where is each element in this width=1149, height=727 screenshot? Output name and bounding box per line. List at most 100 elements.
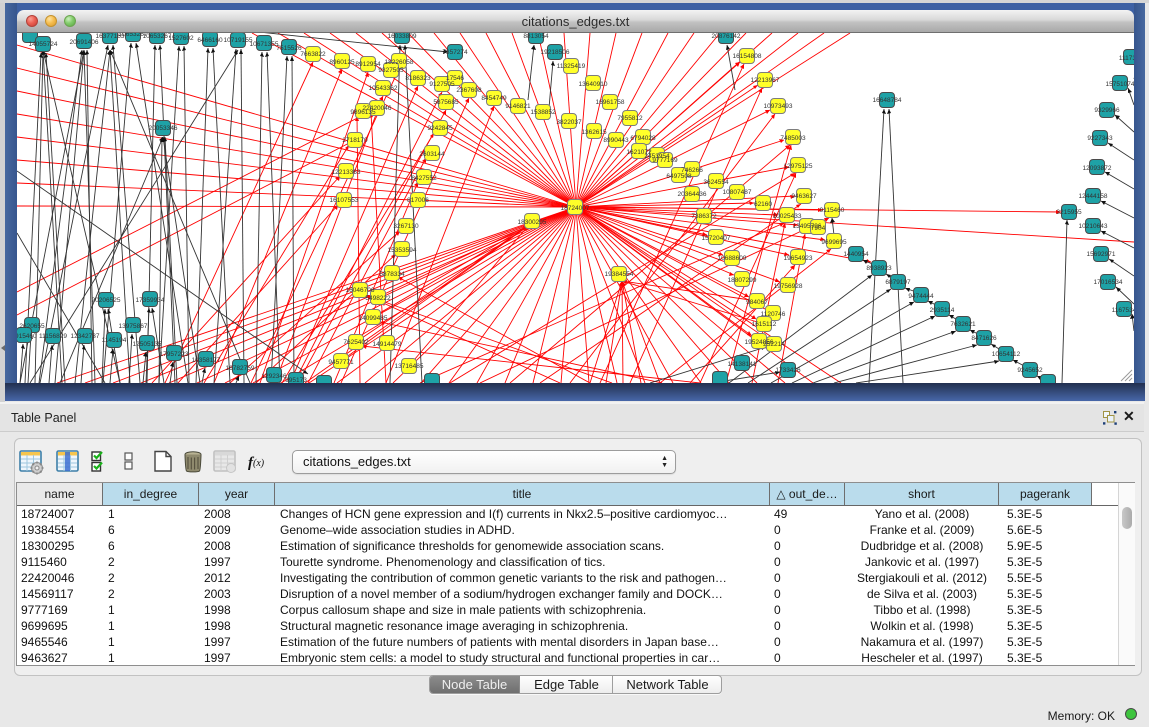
svg-text:17016534: 17016534 (1094, 279, 1123, 286)
svg-text:3822037: 3822037 (556, 119, 582, 126)
svg-text:9699695: 9699695 (821, 239, 847, 246)
svg-text:19384554: 19384554 (605, 271, 634, 278)
svg-text:15353594: 15353594 (388, 247, 417, 254)
svg-text:9474444: 9474444 (908, 293, 934, 300)
svg-text:995173: 995173 (285, 377, 307, 383)
svg-text:9327505: 9327505 (378, 67, 404, 74)
svg-text:10025433: 10025433 (773, 213, 802, 220)
svg-text:18226058: 18226058 (385, 59, 414, 66)
svg-text:20364436: 20364436 (678, 191, 707, 198)
svg-text:19218506: 19218506 (541, 49, 570, 56)
svg-text:7955812: 7955812 (617, 115, 643, 122)
svg-text:8813054: 8813054 (523, 33, 549, 40)
svg-text:5878334: 5878334 (379, 271, 405, 278)
svg-text:1440954: 1440954 (843, 251, 869, 258)
svg-text:11325419: 11325419 (557, 63, 586, 70)
svg-text:16782759: 16782759 (226, 365, 255, 372)
svg-text:8960125: 8960125 (329, 59, 355, 66)
svg-text:817006: 817006 (407, 197, 429, 204)
svg-text:7485003: 7485003 (780, 135, 806, 142)
svg-text:12213967: 12213967 (751, 77, 780, 84)
svg-text:6794028: 6794028 (630, 135, 656, 142)
svg-text:7632621: 7632621 (950, 321, 976, 328)
svg-text:10973493: 10973493 (764, 103, 793, 110)
svg-text:18724007: 18724007 (561, 205, 590, 212)
svg-text:10543362: 10543362 (369, 85, 398, 92)
svg-text:16033809: 16033809 (388, 33, 417, 40)
svg-text:9777169: 9777169 (652, 157, 678, 164)
svg-text:15751074: 15751074 (1106, 81, 1134, 88)
svg-text:1733426: 1733426 (775, 367, 801, 374)
svg-text:8186323: 8186323 (405, 75, 431, 82)
svg-text:2603144: 2603144 (419, 151, 445, 158)
svg-text:15720407: 15720407 (702, 235, 731, 242)
svg-text:20206525: 20206525 (92, 297, 121, 304)
svg-text:8454749: 8454749 (481, 95, 507, 102)
svg-text:1538852: 1538852 (530, 109, 556, 116)
svg-text:8427552: 8427552 (411, 175, 437, 182)
svg-text:(x): (x) (253, 458, 265, 469)
svg-text:15692971: 15692971 (1087, 251, 1116, 258)
svg-text:7904: 7904 (811, 225, 826, 232)
svg-text:13975867: 13975867 (119, 323, 148, 330)
svg-text:1167534: 1167534 (1112, 307, 1134, 314)
svg-text:5875685: 5875685 (433, 99, 459, 106)
svg-text:13716485: 13716485 (395, 363, 424, 370)
svg-text:8990443: 8990443 (603, 137, 629, 144)
svg-text:1117345: 1117345 (1119, 55, 1134, 62)
svg-text:19654923: 19654923 (784, 255, 813, 262)
svg-text:20053346: 20053346 (149, 125, 178, 132)
svg-text:19756928: 19756928 (774, 283, 803, 290)
svg-text:1615112: 1615112 (752, 321, 777, 328)
svg-text:16961758: 16961758 (596, 99, 625, 106)
svg-text:9245652: 9245652 (1017, 367, 1043, 374)
svg-text:1292346: 1292346 (261, 373, 287, 380)
svg-text:10358177: 10358177 (192, 357, 221, 364)
svg-text:2718170: 2718170 (342, 137, 368, 144)
svg-text:10719155: 10719155 (224, 37, 253, 44)
svg-text:16154808: 16154808 (733, 53, 762, 60)
svg-text:3215955: 3215955 (1056, 209, 1082, 216)
svg-text:9896135: 9896135 (350, 109, 376, 116)
svg-text:10671355: 10671355 (250, 41, 279, 48)
svg-text:2367608: 2367608 (456, 87, 482, 94)
svg-text:14914479: 14914479 (373, 341, 402, 348)
svg-text:9115460: 9115460 (820, 207, 845, 214)
svg-text:5498222: 5498222 (365, 295, 391, 302)
svg-text:3267130: 3267130 (393, 223, 419, 230)
svg-text:1527602: 1527602 (168, 35, 194, 42)
svg-text:9463627: 9463627 (791, 193, 817, 200)
svg-text:9227343: 9227343 (1087, 135, 1113, 142)
svg-text:12975125: 12975125 (784, 163, 813, 170)
svg-text:10688609: 10688609 (718, 255, 747, 262)
svg-text:12342737: 12342737 (71, 333, 100, 340)
svg-text:2620655: 2620655 (19, 323, 45, 330)
svg-text:11156829: 11156829 (39, 333, 67, 340)
svg-text:18807299: 18807299 (728, 277, 757, 284)
svg-text:8938923: 8938923 (866, 265, 892, 272)
svg-text:1120746: 1120746 (761, 311, 786, 318)
svg-text:17957223: 17957223 (160, 351, 189, 358)
svg-text:17546: 17546 (446, 75, 464, 82)
svg-text:984067: 984067 (746, 299, 768, 306)
svg-text:9242845: 9242845 (427, 125, 453, 132)
svg-text:16107553: 16107553 (330, 197, 359, 204)
svg-text:3624554: 3624554 (703, 179, 729, 186)
svg-text:16648784: 16648784 (873, 97, 902, 104)
svg-text:18300295: 18300295 (518, 219, 547, 226)
svg-text:12505135: 12505135 (133, 341, 162, 348)
svg-text:9146821: 9146821 (505, 103, 531, 110)
svg-text:62160: 62160 (754, 201, 772, 208)
svg-text:20876142: 20876142 (712, 33, 741, 40)
svg-text:252214: 252214 (763, 341, 785, 348)
svg-text:20691406: 20691406 (70, 39, 99, 46)
svg-text:14055724: 14055724 (29, 41, 58, 48)
svg-text:9127505: 9127505 (429, 81, 455, 88)
svg-text:17359934: 17359934 (136, 297, 165, 304)
svg-text:7357274: 7357274 (442, 49, 468, 56)
svg-text:8912954: 8912954 (355, 61, 381, 68)
svg-text:8471626: 8471626 (971, 335, 997, 342)
svg-text:10210643: 10210643 (1079, 223, 1108, 230)
svg-text:6466160: 6466160 (197, 37, 223, 44)
svg-text:10807487: 10807487 (723, 189, 752, 196)
